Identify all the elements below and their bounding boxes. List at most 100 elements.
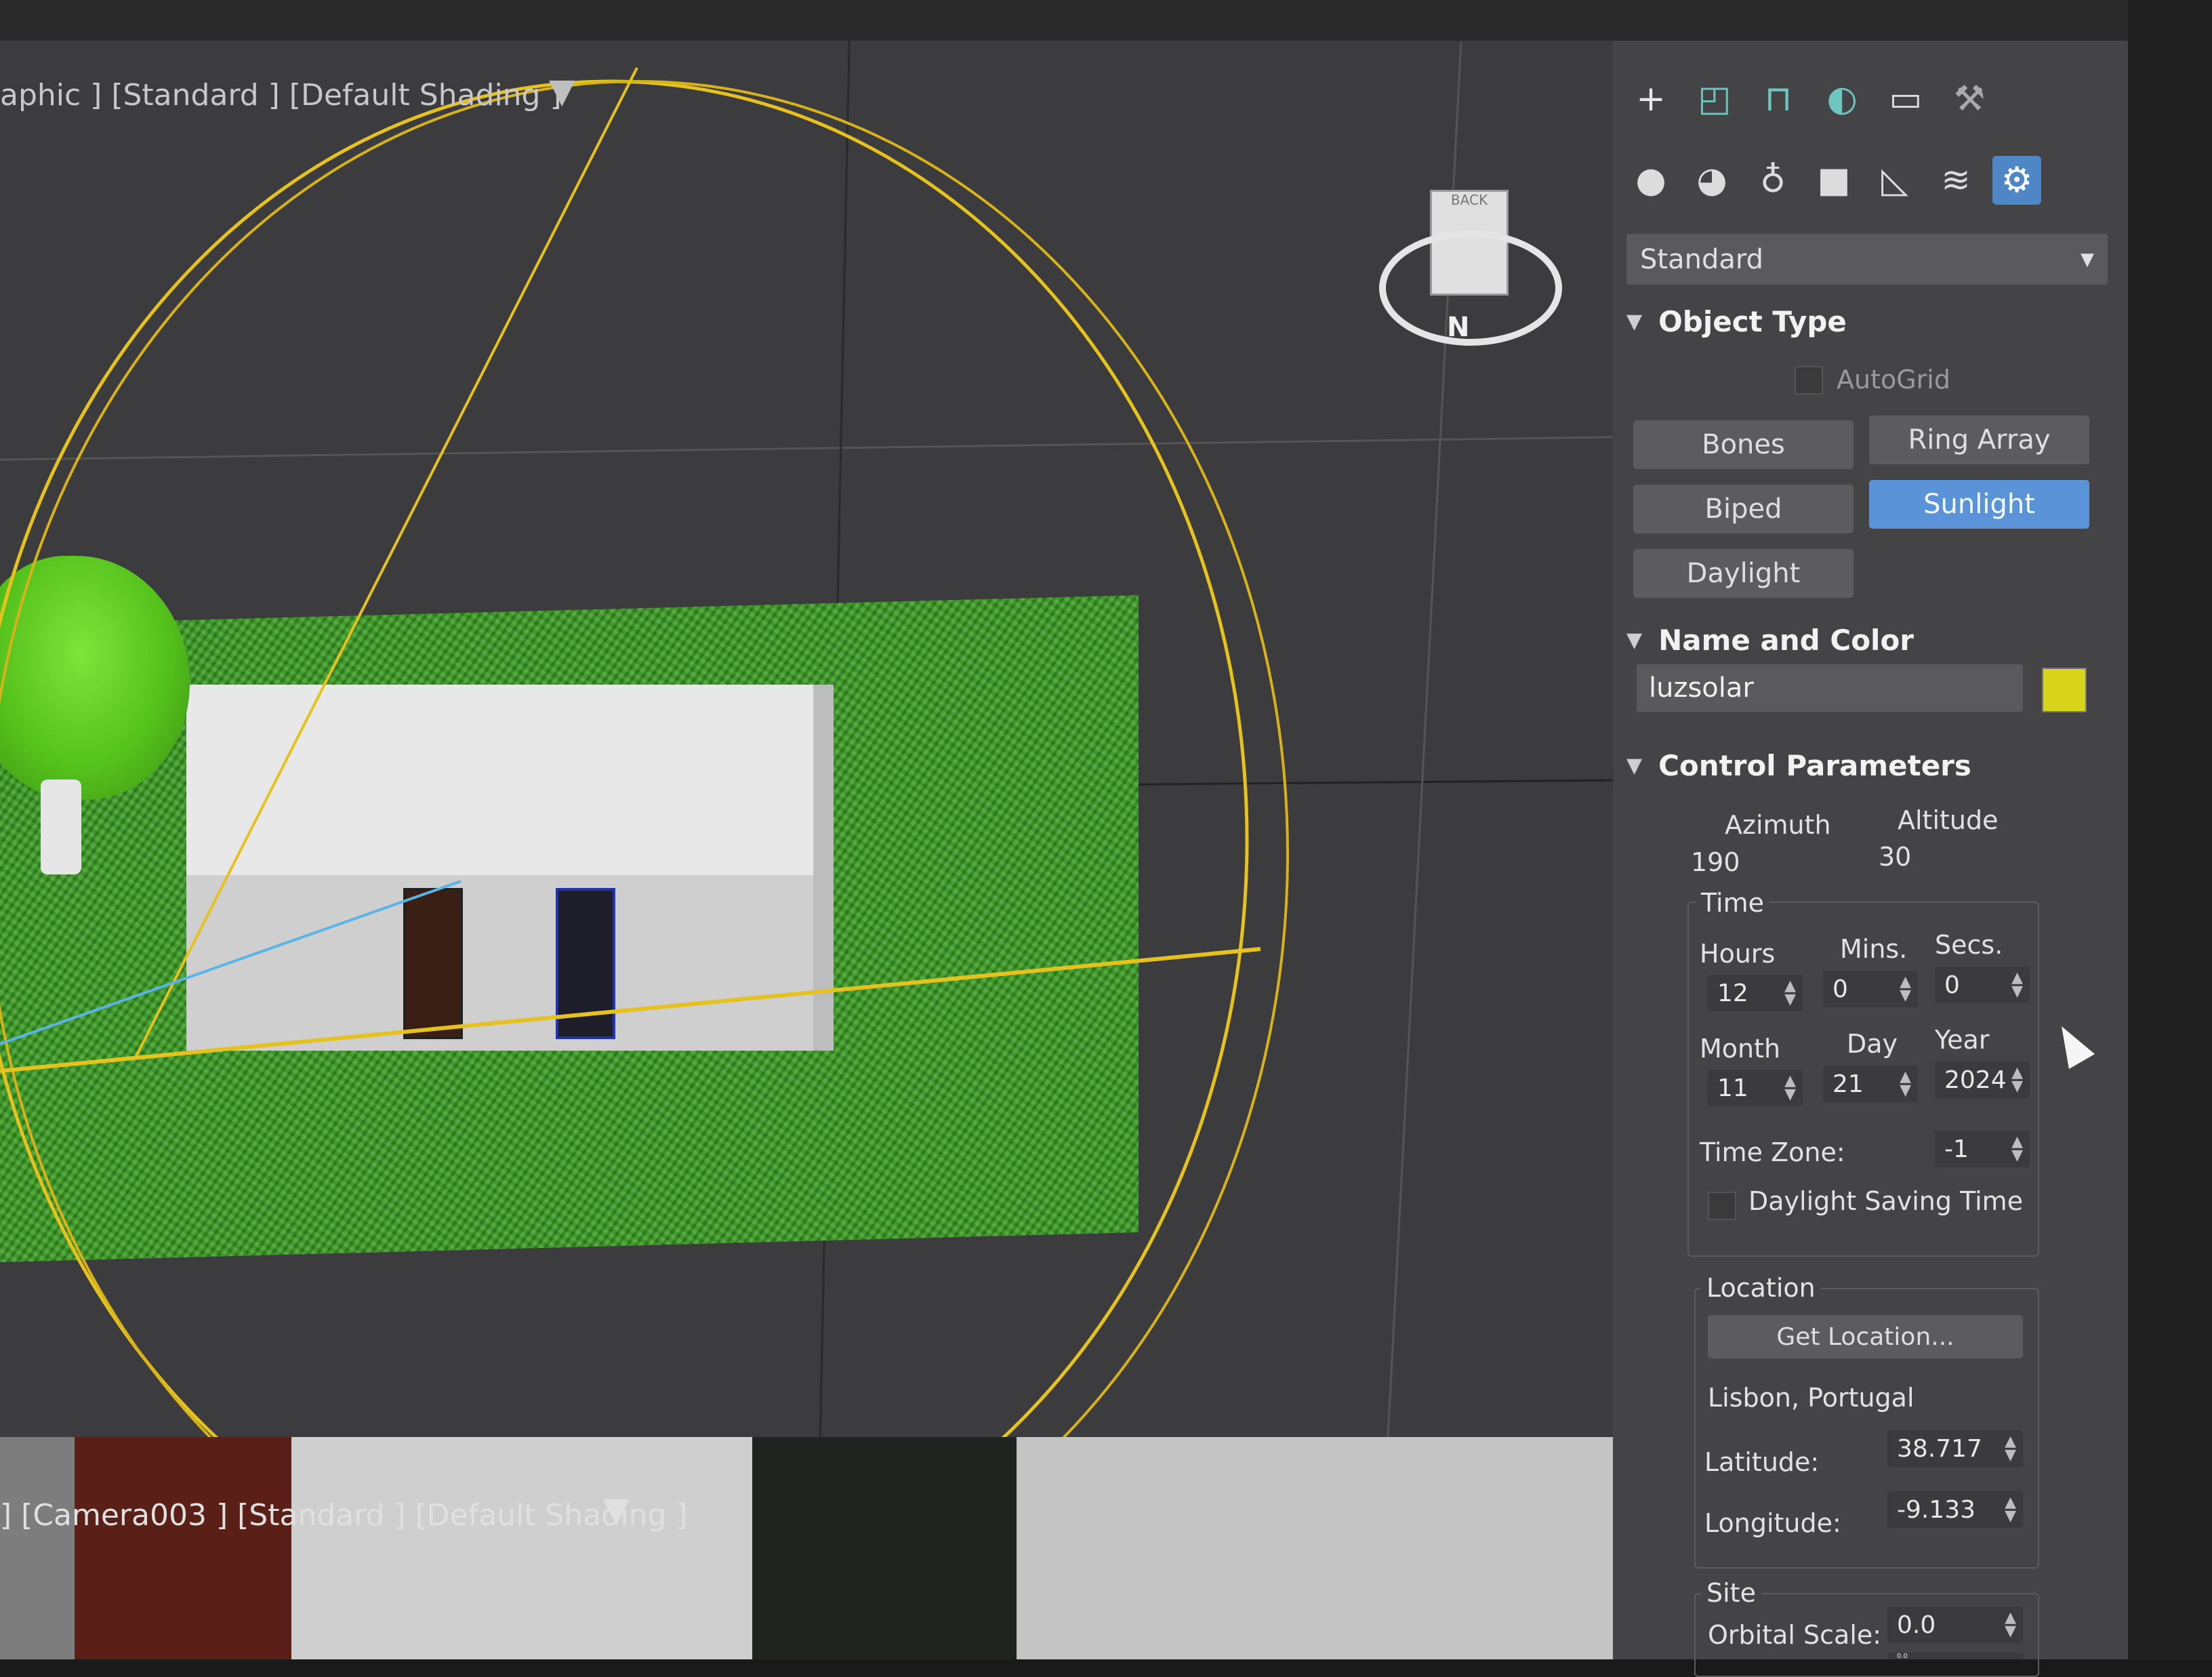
- time-group-title: Time: [1696, 888, 1769, 918]
- compass-north-label: N: [1447, 312, 1470, 343]
- hours-value: 12: [1717, 979, 1748, 1007]
- display-icon[interactable]: ▭: [1881, 75, 1930, 123]
- orbital-scale-spinner[interactable]: 0.0 ▲ ▼: [1887, 1607, 2023, 1643]
- year-spinner[interactable]: 2024 ▲ ▼: [1935, 1062, 2030, 1098]
- camera-view-scene: [0, 1437, 1620, 1659]
- create-categories: ● ◕ ♁ ■ ◺ ≋ ⚙: [1626, 156, 2041, 205]
- latitude-spinner[interactable]: 38.717 ▲ ▼: [1887, 1430, 2023, 1467]
- spinner-arrows-icon[interactable]: ▲ ▼: [2011, 1135, 2023, 1163]
- top-bezel: [0, 0, 2128, 41]
- object-color-swatch[interactable]: [2042, 668, 2087, 712]
- spinner-arrows-icon[interactable]: ▲ ▼: [2005, 1611, 2016, 1639]
- altitude-value: 30: [1879, 842, 1912, 872]
- spacewarps-icon[interactable]: ≋: [1931, 156, 1980, 205]
- viewport-label[interactable]: ] [Camera003 ] [Standard ] [Default Shad…: [0, 1498, 687, 1533]
- viewport-top[interactable]: aphic ] [Standard ] [Default Shading ] ▼…: [0, 41, 1613, 1451]
- funnel-icon[interactable]: ▼: [549, 71, 575, 110]
- cameras-icon[interactable]: ■: [1809, 156, 1858, 205]
- timezone-value: -1: [1944, 1135, 1969, 1163]
- category-dropdown[interactable]: Standard ▼: [1626, 234, 2108, 285]
- longitude-spinner[interactable]: -9.133 ▲ ▼: [1887, 1491, 2023, 1528]
- command-panel: + ◰ ⊓ ◐ ▭ ⚒ ● ◕ ♁ ■ ◺ ≋ ⚙ Standard ▼ ▼ O…: [1613, 41, 2128, 1677]
- funnel-icon[interactable]: ▼: [603, 1490, 629, 1529]
- name-color-rollout-header[interactable]: ▼ Name and Color: [1626, 624, 1914, 657]
- rollout-title: Name and Color: [1658, 624, 1914, 657]
- spinner-arrows-icon[interactable]: ▲ ▼: [1784, 979, 1796, 1007]
- site-group-title: Site: [1701, 1578, 1761, 1608]
- hours-spinner[interactable]: 12 ▲ ▼: [1708, 975, 1803, 1011]
- motion-icon[interactable]: ◐: [1818, 75, 1866, 123]
- autogrid-label: AutoGrid: [1837, 365, 1950, 395]
- object-type-rollout-header[interactable]: ▼ Object Type: [1626, 305, 1847, 338]
- spinner-arrows-icon[interactable]: ▲ ▼: [2005, 1434, 2016, 1463]
- bones-button[interactable]: Bones: [1633, 420, 1853, 469]
- spinner-arrows-icon[interactable]: ▲ ▼: [1900, 1070, 1911, 1098]
- helpers-icon[interactable]: ◺: [1870, 156, 1919, 205]
- month-value: 11: [1717, 1074, 1748, 1102]
- latitude-label: Latitude:: [1704, 1447, 1820, 1477]
- mins-value: 0: [1832, 975, 1848, 1003]
- collapse-triangle-icon: ▼: [1626, 754, 1643, 777]
- biped-button[interactable]: Biped: [1633, 485, 1853, 533]
- mins-label: Mins.: [1840, 934, 1908, 964]
- year-label: Year: [1935, 1025, 1990, 1055]
- geometry-sphere-icon[interactable]: ●: [1626, 156, 1675, 205]
- spinner-arrows-icon[interactable]: ▲ ▼: [2011, 1066, 2023, 1094]
- rollout-title: Object Type: [1658, 305, 1847, 338]
- viewport-bottom[interactable]: ] [Camera003 ] [Standard ] [Default Shad…: [0, 1437, 1620, 1659]
- utilities-wrench-icon[interactable]: ⚒: [1945, 75, 1994, 123]
- timezone-label: Time Zone:: [1700, 1137, 1845, 1167]
- systems-gears-icon[interactable]: ⚙: [1992, 156, 2041, 205]
- shapes-icon[interactable]: ◕: [1687, 156, 1736, 205]
- daylight-button[interactable]: Daylight: [1633, 549, 1853, 598]
- spinner-arrows-icon[interactable]: ▲ ▼: [2005, 1495, 2016, 1524]
- north-direction-value: 0.0: [1897, 1652, 1908, 1660]
- azimuth-value: 190: [1691, 847, 1740, 877]
- orbital-scale-label: Orbital Scale:: [1708, 1620, 1882, 1650]
- sunlight-compass-rings[interactable]: [0, 41, 1613, 1451]
- secs-value: 0: [1944, 971, 1960, 999]
- mins-spinner[interactable]: 0 ▲ ▼: [1823, 971, 1918, 1007]
- longitude-label: Longitude:: [1704, 1508, 1841, 1538]
- spinner-arrows-icon[interactable]: ▲ ▼: [1900, 975, 1911, 1003]
- control-parameters-rollout-header[interactable]: ▼ Control Parameters: [1626, 749, 1971, 782]
- secs-spinner[interactable]: 0 ▲ ▼: [1935, 967, 2030, 1003]
- get-location-button[interactable]: Get Location...: [1708, 1315, 2023, 1358]
- create-plus-icon[interactable]: +: [1626, 75, 1675, 123]
- spinner-arrows-icon[interactable]: ▲ ▼: [1784, 1074, 1796, 1102]
- north-direction-spinner[interactable]: 0.0: [1887, 1652, 2023, 1660]
- dst-checkbox[interactable]: [1708, 1192, 1736, 1220]
- orbital-scale-value: 0.0: [1897, 1611, 1936, 1639]
- latitude-value: 38.717: [1897, 1434, 1982, 1463]
- monitor-bezel: [2128, 0, 2212, 1659]
- lights-bulb-icon[interactable]: ♁: [1748, 156, 1797, 205]
- day-value: 21: [1832, 1070, 1864, 1098]
- timezone-spinner[interactable]: -1 ▲ ▼: [1935, 1131, 2030, 1167]
- longitude-value: -9.133: [1897, 1495, 1976, 1524]
- month-spinner[interactable]: 11 ▲ ▼: [1708, 1070, 1803, 1106]
- secs-label: Secs.: [1935, 930, 2003, 960]
- compass-ring[interactable]: [1379, 230, 1562, 346]
- month-label: Month: [1700, 1034, 1781, 1064]
- hierarchy-icon[interactable]: ⊓: [1754, 75, 1803, 123]
- hours-label: Hours: [1700, 939, 1776, 969]
- viewport-label[interactable]: aphic ] [Standard ] [Default Shading ]: [0, 78, 562, 113]
- location-city: Lisbon, Portugal: [1708, 1383, 1914, 1413]
- spinner-arrows-icon[interactable]: ▲ ▼: [2011, 971, 2023, 999]
- command-panel-tabs: + ◰ ⊓ ◐ ▭ ⚒: [1626, 75, 1994, 123]
- azimuth-label: Azimuth: [1725, 810, 1831, 840]
- location-group-title: Location: [1701, 1273, 1821, 1303]
- sunlight-button[interactable]: Sunlight: [1869, 480, 2089, 529]
- autogrid-checkbox[interactable]: [1795, 366, 1823, 395]
- collapse-triangle-icon: ▼: [1626, 628, 1643, 652]
- dropdown-value: Standard: [1640, 243, 1763, 275]
- dst-label: Daylight Saving Time: [1748, 1186, 2024, 1216]
- ring-array-button[interactable]: Ring Array: [1869, 416, 2089, 464]
- object-name-input[interactable]: luzsolar: [1637, 664, 2023, 712]
- day-spinner[interactable]: 21 ▲ ▼: [1823, 1066, 1918, 1102]
- year-value: 2024: [1944, 1066, 2007, 1094]
- day-label: Day: [1847, 1029, 1898, 1059]
- rollout-title: Control Parameters: [1658, 749, 1971, 782]
- chevron-down-icon: ▼: [2081, 249, 2094, 270]
- modify-icon[interactable]: ◰: [1690, 75, 1739, 123]
